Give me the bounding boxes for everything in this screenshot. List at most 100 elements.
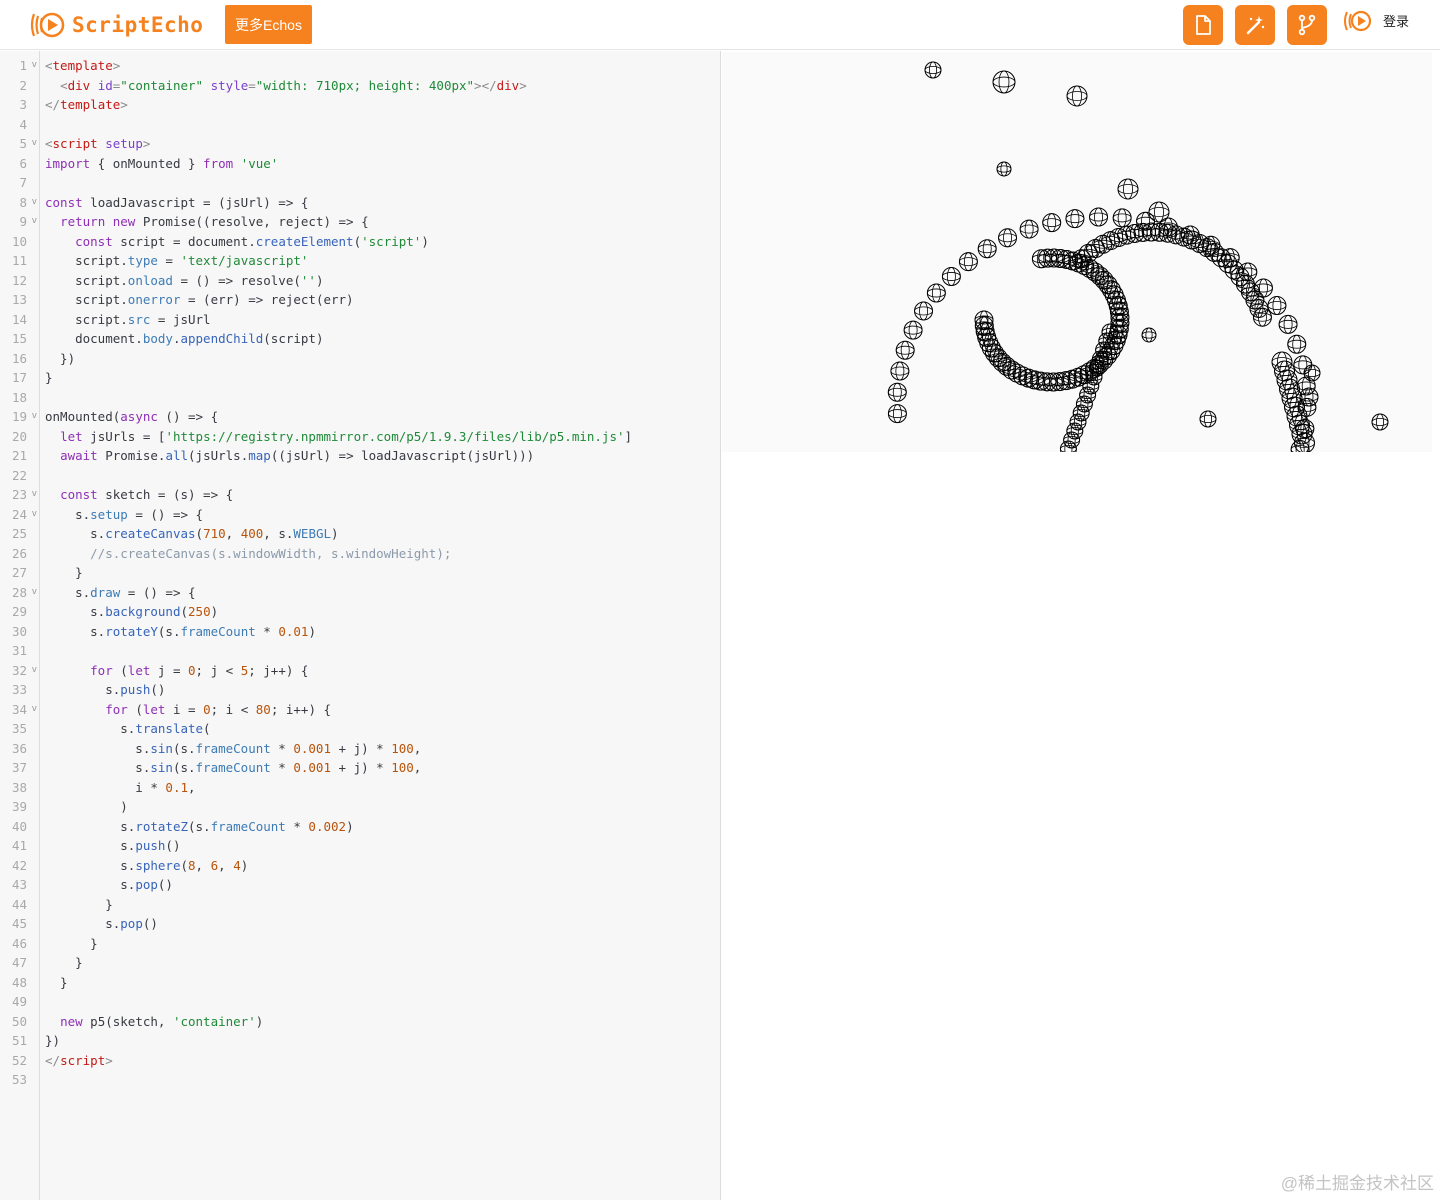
code-line[interactable]: await Promise.all(jsUrls.map((jsUrl) => … (41, 446, 720, 466)
code-token: const (45, 194, 83, 210)
fold-chevron-icon[interactable]: v (32, 505, 37, 525)
wireframe-sphere (1199, 410, 1217, 428)
line-number: 7 (19, 175, 27, 190)
code-token: ( (203, 721, 211, 736)
fold-chevron-icon[interactable]: v (32, 193, 37, 213)
code-token: * (270, 760, 294, 775)
code-line[interactable]: <script setup> (41, 134, 720, 154)
fork-button[interactable] (1287, 5, 1327, 45)
code-editor[interactable]: 1 v 2 3 4 5 v 6 7 8 v 9 v 10 11 12 13 14 15 16 17 18 19 v 20 21 22… (0, 51, 721, 1200)
fold-chevron-icon[interactable]: v (32, 212, 37, 232)
brand-logo[interactable]: ScriptEcho (28, 7, 203, 43)
fold-chevron-icon[interactable]: v (32, 407, 37, 427)
fold-chevron-icon[interactable]: v (32, 56, 37, 76)
code-token: 'vue' (240, 155, 279, 171)
code-line[interactable]: s.rotateZ(s.frameCount * 0.002) (41, 817, 720, 837)
code-line[interactable]: i * 0.1, (41, 778, 720, 798)
wireframe-sphere (914, 301, 934, 321)
code-line[interactable] (41, 992, 720, 1012)
code-line[interactable]: const sketch = (s) => { (41, 485, 720, 505)
code-line[interactable]: return new Promise((resolve, reject) => … (41, 212, 720, 232)
code-line[interactable]: s.background(250) (41, 602, 720, 622)
code-token: }) (45, 1033, 61, 1048)
code-line[interactable]: s.rotateY(s.frameCount * 0.01) (41, 622, 720, 642)
wireframe-sphere (977, 239, 997, 259)
line-number: 45 (11, 916, 27, 931)
fold-chevron-icon[interactable]: v (32, 661, 37, 681)
code-token: sin (150, 760, 173, 775)
code-line[interactable] (41, 1070, 720, 1090)
more-echos-button[interactable]: 更多Echos (225, 5, 312, 44)
code-line[interactable]: s.createCanvas(710, 400, s.WEBGL) (41, 524, 720, 544)
sound-wave-logo-icon (30, 12, 65, 38)
code-token: , (225, 526, 241, 541)
code-line[interactable]: s.sin(s.frameCount * 0.001 + j) * 100, (41, 739, 720, 759)
code-line[interactable] (41, 466, 720, 486)
user-avatar[interactable] (1342, 5, 1374, 42)
code-line[interactable]: script.onerror = (err) => reject(err) (41, 290, 720, 310)
code-line[interactable]: script.onload = () => resolve('') (41, 271, 720, 291)
code-line[interactable]: s.pop() (41, 914, 720, 934)
code-line[interactable]: s.draw = () => { (41, 583, 720, 603)
code-line[interactable]: } (41, 953, 720, 973)
wireframe-sphere (1267, 296, 1287, 316)
fold-chevron-icon[interactable]: v (32, 485, 37, 505)
code-token: all (165, 448, 189, 463)
code-line[interactable]: s.sin(s.frameCount * 0.001 + j) * 100, (41, 758, 720, 778)
code-line[interactable]: s.setup = () => { (41, 505, 720, 525)
code-line[interactable]: onMounted(async () => { (41, 407, 720, 427)
code-line[interactable] (41, 388, 720, 408)
code-line[interactable]: const script = document.createElement('s… (41, 232, 720, 252)
code-line[interactable]: } (41, 895, 720, 915)
code-line[interactable]: <div id="container" style="width: 710px;… (41, 76, 720, 96)
line-number: 21 (11, 448, 27, 463)
code-line[interactable]: s.push() (41, 836, 720, 856)
sound-wave-avatar-icon (1344, 10, 1372, 32)
code-content[interactable]: <template> <div id="container" style="wi… (41, 56, 720, 1090)
code-line[interactable]: <template> (41, 56, 720, 76)
code-line[interactable]: new p5(sketch, 'container') (41, 1012, 720, 1032)
code-line[interactable]: s.pop() (41, 875, 720, 895)
code-token: } (45, 896, 113, 912)
code-line[interactable]: const loadJavascript = (jsUrl) => { (41, 193, 720, 213)
code-line[interactable]: s.sphere(8, 6, 4) (41, 856, 720, 876)
code-token: 100 (391, 740, 414, 756)
code-token: 4 (233, 857, 241, 873)
code-line[interactable]: //s.createCanvas(s.windowWidth, s.window… (41, 544, 720, 564)
code-token: * (255, 623, 279, 639)
code-line[interactable]: script.src = jsUrl (41, 310, 720, 330)
code-line[interactable]: s.translate( (41, 719, 720, 739)
code-line[interactable]: </script> (41, 1051, 720, 1071)
code-line[interactable] (41, 173, 720, 193)
code-token: , (413, 740, 422, 756)
fold-chevron-icon[interactable]: v (32, 134, 37, 154)
code-line[interactable]: } (41, 563, 720, 583)
code-line[interactable]: }) (41, 1031, 720, 1051)
code-line[interactable]: } (41, 973, 720, 993)
code-line[interactable]: ) (41, 797, 720, 817)
login-link[interactable]: 登录 (1383, 11, 1409, 30)
code-line[interactable]: let jsUrls = ['https://registry.npmmirro… (41, 427, 720, 447)
new-file-button[interactable] (1183, 5, 1223, 45)
code-line[interactable]: }) (41, 349, 720, 369)
code-line[interactable]: script.type = 'text/javascript' (41, 251, 720, 271)
code-token: > (105, 1052, 113, 1068)
code-token: (jsUrls. (188, 448, 249, 463)
code-line[interactable]: import { onMounted } from 'vue' (41, 154, 720, 174)
magic-wand-button[interactable] (1235, 5, 1275, 45)
code-line[interactable]: for (let j = 0; j < 5; j++) { (41, 661, 720, 681)
code-line[interactable]: } (41, 368, 720, 388)
code-line[interactable]: s.push() (41, 680, 720, 700)
code-line[interactable]: </template> (41, 95, 720, 115)
code-line[interactable]: } (41, 934, 720, 954)
wireframe-sphere (1293, 355, 1313, 375)
code-line[interactable] (41, 641, 720, 661)
code-line[interactable]: document.body.appendChild(script) (41, 329, 720, 349)
code-line[interactable] (41, 115, 720, 135)
code-token: s. (45, 760, 151, 775)
fold-chevron-icon[interactable]: v (32, 583, 37, 603)
line-number: 34 v (0, 700, 40, 720)
fold-chevron-icon[interactable]: v (32, 700, 37, 720)
code-line[interactable]: for (let i = 0; i < 80; i++) { (41, 700, 720, 720)
code-token: ; j < (195, 662, 241, 678)
